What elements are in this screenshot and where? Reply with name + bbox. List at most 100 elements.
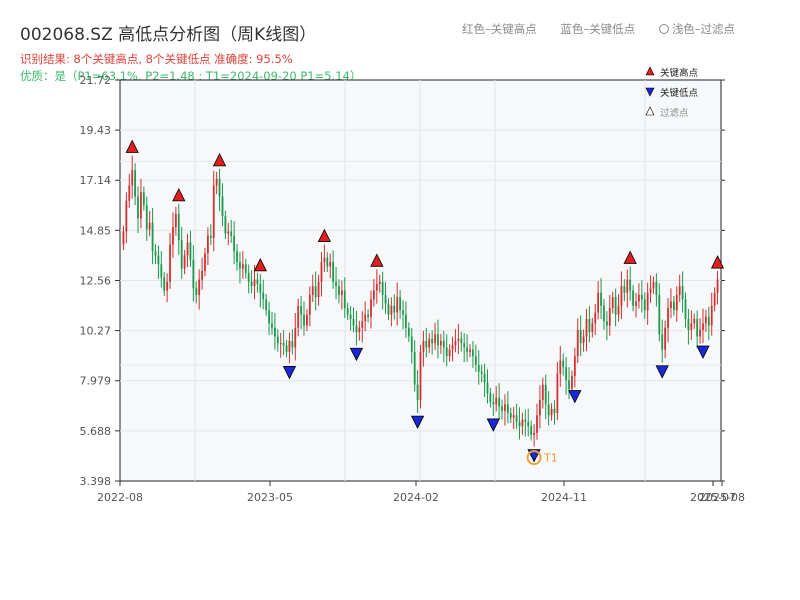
- candle-body: [620, 286, 623, 306]
- candle-body: [684, 299, 687, 319]
- candle-body: [241, 264, 244, 269]
- candle-body: [530, 426, 533, 435]
- candle-body: [675, 294, 678, 311]
- candle-body: [346, 308, 349, 315]
- candle-body: [381, 281, 384, 295]
- candle-body: [215, 178, 218, 186]
- candle-body: [448, 349, 451, 357]
- candle-body: [486, 382, 489, 394]
- candle-body: [378, 281, 381, 284]
- candle-body: [180, 240, 183, 269]
- candle-body: [128, 185, 131, 201]
- candle-body: [474, 356, 477, 365]
- candle-body: [483, 373, 486, 383]
- candle-body: [541, 384, 544, 400]
- candle-body: [652, 281, 655, 289]
- candle-body: [373, 290, 375, 300]
- candle-body: [405, 314, 407, 328]
- candle-body: [635, 301, 637, 306]
- candle-body: [259, 283, 262, 293]
- candle-body: [699, 329, 701, 337]
- candle-body: [457, 338, 460, 341]
- candle-body: [524, 419, 527, 422]
- candle-body: [198, 279, 201, 295]
- candle-body: [407, 327, 410, 337]
- candle-body: [183, 255, 186, 269]
- candle-body: [273, 327, 276, 337]
- candle-body: [431, 338, 434, 344]
- candle-body: [655, 281, 658, 295]
- legend-label: 关键低点: [660, 87, 699, 99]
- candle-body: [387, 303, 390, 315]
- candle-body: [661, 334, 664, 350]
- y-tick-label: 14.85: [80, 224, 112, 237]
- candle-body: [393, 305, 396, 313]
- candle-body: [271, 323, 273, 328]
- candle-body: [419, 351, 422, 400]
- candle-body: [340, 290, 343, 295]
- candle-body: [556, 373, 559, 414]
- candle-body: [349, 314, 352, 319]
- x-tick-label: 2023-05: [247, 491, 293, 504]
- candle-body: [658, 294, 661, 335]
- candle-body: [268, 310, 270, 324]
- candle-body: [434, 334, 436, 344]
- candle-body: [603, 305, 605, 322]
- candle-body: [643, 299, 646, 311]
- candle-body: [422, 340, 425, 352]
- candle-body: [192, 259, 195, 289]
- candle-body: [250, 281, 253, 287]
- candle-body: [582, 336, 585, 344]
- candle-body: [690, 323, 693, 330]
- candle-body: [437, 334, 439, 346]
- candle-body: [611, 297, 614, 309]
- candle-body: [338, 286, 340, 295]
- candle-body: [559, 360, 562, 374]
- candle-body: [323, 257, 326, 263]
- candle-body: [649, 288, 652, 293]
- candle-body: [425, 340, 428, 348]
- candle-body: [375, 283, 378, 291]
- candle-body: [646, 292, 649, 311]
- candle-body: [279, 343, 282, 345]
- candle-body: [640, 294, 643, 300]
- candle-body: [585, 318, 588, 337]
- candle-body: [131, 170, 134, 186]
- candle-body: [367, 314, 369, 317]
- candle-body: [306, 314, 308, 326]
- candle-body: [343, 290, 346, 309]
- candle-body: [693, 318, 696, 324]
- candle-body: [463, 343, 466, 348]
- candle-body: [501, 406, 503, 411]
- candle-body: [439, 340, 442, 346]
- candle-body: [297, 305, 300, 328]
- candle-body: [396, 297, 399, 313]
- y-tick-label: 3.398: [80, 475, 112, 488]
- y-tick-label: 5.688: [80, 425, 112, 438]
- candle-body: [253, 279, 256, 287]
- candle-body: [568, 380, 570, 390]
- candle-body: [207, 235, 209, 254]
- candle-body: [681, 286, 684, 300]
- candle-body: [498, 397, 501, 407]
- y-tick-label: 10.27: [80, 325, 112, 338]
- candle-body: [573, 356, 576, 376]
- candle-body: [445, 347, 448, 357]
- candle-body: [696, 318, 699, 337]
- candle-body: [294, 327, 297, 348]
- candle-body: [308, 294, 311, 315]
- candle-body: [402, 310, 404, 315]
- candle-body: [224, 216, 227, 234]
- candle-body: [480, 371, 483, 374]
- t1-label: T1: [543, 452, 558, 465]
- candle-body: [533, 432, 535, 435]
- candle-body: [326, 257, 329, 267]
- candle-body: [361, 321, 364, 328]
- candle-body: [384, 294, 387, 304]
- x-tick-label: 2024-02: [393, 491, 439, 504]
- candle-body: [276, 336, 279, 344]
- candle-body: [358, 327, 361, 333]
- candle-body: [174, 213, 177, 228]
- candle-body: [329, 262, 332, 267]
- candle-body: [204, 253, 206, 271]
